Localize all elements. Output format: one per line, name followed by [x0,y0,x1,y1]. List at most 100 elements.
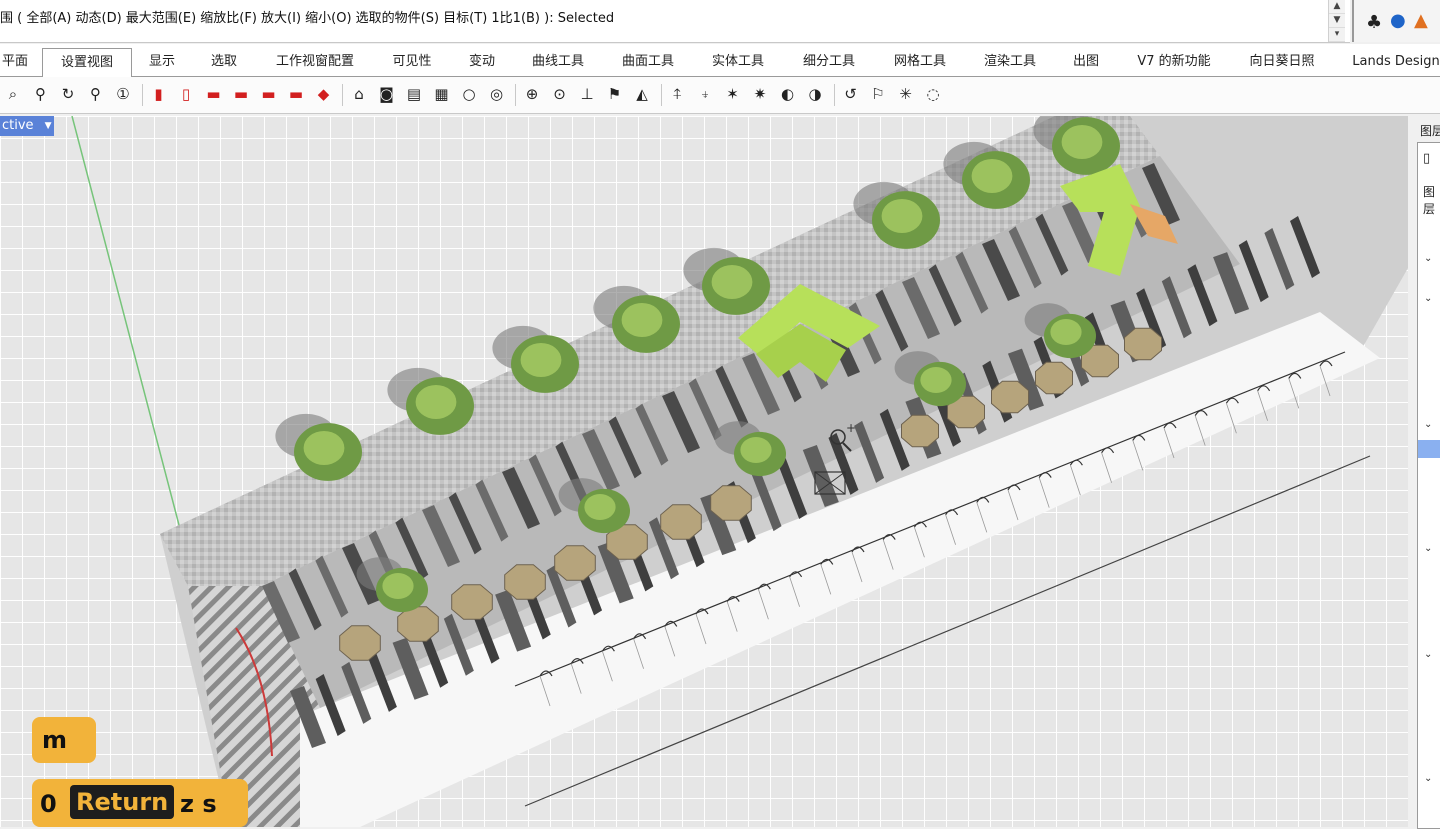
print-view-icon[interactable]: ▤ [403,83,425,105]
tree-highlight [621,303,663,337]
car-top-icon[interactable]: ▬ [258,83,280,105]
lens-icon[interactable]: ◭ [631,83,653,105]
view-toolbar: ⌕ ⚲ ↻ ⚲ ① ▮ ▯ ▬ ▬ ▬ ▬ ◆ ⌂ ◙ ▤ ▦ ○ ◎ ⊕ ⊙ ⊥ ⚑ ◭ ⍏ ⍖ ✶ ✷ ◐ ◑ ↺ ⚐ ✳ ◌ [0,77,1440,114]
car-left-icon[interactable]: ▬ [203,83,225,105]
target-icon[interactable]: ⊕ [521,83,543,105]
scroll-up-icon[interactable]: ▲ [1329,0,1345,14]
key-return: Return [70,785,175,819]
scene-canvas[interactable]: + [0,116,1408,827]
layer-row-selected[interactable] [1418,440,1440,458]
tree-highlight [740,437,772,463]
tree-highlight [520,343,562,377]
car-3d-icon[interactable]: ◆ [313,83,335,105]
tilt-left-icon[interactable]: ✶ [722,83,744,105]
tab-viewport-layout[interactable]: 工作视窗配置 [268,44,362,76]
layers-header: 图层 [1423,185,1436,216]
layers-list[interactable]: ▯ 图层 ⌄ ⌄ ⌄ ⌄ ⌄ ⌄ [1417,142,1440,829]
chevron-down-icon[interactable]: ⌄ [1424,419,1432,430]
zoom-out-icon[interactable]: ⚲ [85,83,107,105]
key-m: m [42,726,68,754]
tilt-right-icon[interactable]: ✷ [749,83,771,105]
zoom-1to1-icon[interactable]: ① [112,83,134,105]
camera-icon[interactable]: ◙ [376,83,398,105]
perspective-viewport[interactable]: ctive ▼ + m 0 Return z s [0,116,1408,827]
tab-display[interactable]: 显示 [140,44,184,76]
tab-select[interactable]: 选取 [202,44,246,76]
tab-layout[interactable]: 出图 [1066,44,1106,76]
tab-subd-tools[interactable]: 细分工具 [795,44,863,76]
two-point-persp-icon[interactable]: ◎ [486,83,508,105]
walkabout-icon[interactable]: ⚐ [867,83,889,105]
viewport-title-text: ctive [2,118,34,133]
zoom-window-icon[interactable]: ⌕ [2,83,24,105]
flag-icon[interactable]: ⚑ [604,83,626,105]
viewport-menu-icon[interactable]: ▼ [45,116,52,136]
scroll-down-icon[interactable]: ▼ [1329,14,1345,28]
viewport-title[interactable]: ctive ▼ [0,116,54,136]
camera-up-icon[interactable]: ⊥ [576,83,598,105]
key-zs: z s [180,790,217,818]
umbrella [1035,361,1073,395]
tree-highlight [881,199,923,233]
layers-panel: 图层 ▯ 图层 ⌄ ⌄ ⌄ ⌄ ⌄ ⌄ [1410,116,1440,829]
toolbar-separator [141,84,143,106]
chevron-down-icon[interactable]: ⌄ [1424,543,1432,554]
chevron-down-icon[interactable]: ⌄ [1424,253,1432,264]
light-icon[interactable]: ○ [458,83,480,105]
tab-solid-tools[interactable]: 实体工具 [704,44,772,76]
tree-highlight [711,265,753,299]
tab-sunlight[interactable]: 向日葵日照 [1242,44,1322,76]
umbrella [554,545,596,581]
chevron-down-icon[interactable]: ⌄ [1424,293,1432,304]
undo-view-icon[interactable]: ↺ [840,83,862,105]
umbrella [339,625,381,661]
sun-icon[interactable]: ✳ [895,83,917,105]
tree-highlight [303,431,345,465]
toolbar-separator [342,84,343,106]
tree-highlight [1050,319,1082,345]
tree-highlight [415,385,457,419]
tab-curve-tools[interactable]: 曲线工具 [524,44,592,76]
rotate-view-icon[interactable]: ↻ [57,83,79,105]
umbrella [901,414,939,448]
command-scrollbar[interactable]: ▲ ▼ ▾ [1328,0,1345,42]
tab-visibility[interactable]: 可见性 [384,44,440,76]
tab-plan[interactable]: 平面 [0,44,30,76]
layers-panel-title: 图层 [1420,124,1440,138]
crosshair-icon[interactable]: ◌ [922,83,944,105]
chevron-down-icon[interactable]: ⌄ [1424,649,1432,660]
car-right-icon[interactable]: ▬ [230,83,252,105]
command-prompt: 围 ( 全部(A) 动态(D) 最大范围(E) 缩放比(F) 放大(I) 缩小(… [0,11,615,26]
tab-render-tools[interactable]: 渲染工具 [976,44,1044,76]
tab-v7-new[interactable]: V7 的新功能 [1128,44,1220,76]
camera-target-icon[interactable]: ⊙ [549,83,571,105]
tree-highlight [1061,125,1103,159]
key-overlay-top: m [32,717,96,763]
tab-surface-tools[interactable]: 曲面工具 [614,44,682,76]
new-layer-icon[interactable]: ▯ [1423,151,1430,166]
swivel-right-icon[interactable]: ◑ [804,83,826,105]
pan-down-icon[interactable]: ⍖ [694,83,716,105]
key-zero: 0 [40,790,57,818]
globe-icon[interactable]: ● [1390,12,1406,30]
chevron-down-icon[interactable]: ⌄ [1424,773,1432,784]
tab-transform[interactable]: 变动 [460,44,504,76]
swivel-left-icon[interactable]: ◐ [777,83,799,105]
named-view-icon[interactable]: ⌂ [348,83,370,105]
layer-tree-icon[interactable]: ♣ [1366,14,1382,32]
zoom-extents-icon[interactable]: ⚲ [30,83,52,105]
tab-mesh-tools[interactable]: 网格工具 [886,44,954,76]
key-overlay-bottom: 0 Return z s [32,779,248,827]
umbrella [504,564,546,600]
terrain-icon[interactable]: ▲ [1414,12,1428,30]
pan-up-icon[interactable]: ⍏ [667,83,689,105]
car-front-icon[interactable]: ▮ [148,83,170,105]
command-line[interactable]: 围 ( 全部(A) 动态(D) 最大范围(E) 缩放比(F) 放大(I) 缩小(… [0,0,1350,43]
car-back-icon[interactable]: ▯ [175,83,197,105]
scroll-more-icon[interactable]: ▾ [1329,28,1345,42]
tree-highlight [920,367,952,393]
umbrella [710,485,752,521]
background-bitmap-icon[interactable]: ▦ [431,83,453,105]
tab-lands-design[interactable]: Lands Design [1350,44,1440,76]
car-persp-icon[interactable]: ▬ [285,83,307,105]
